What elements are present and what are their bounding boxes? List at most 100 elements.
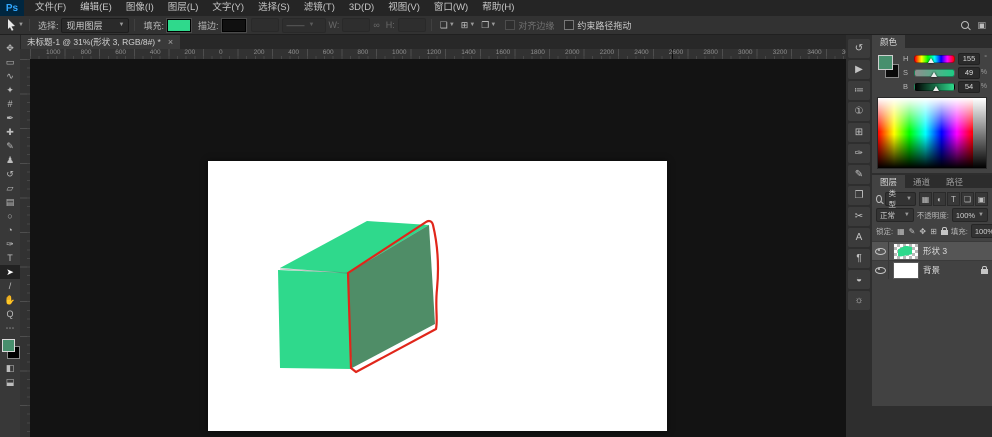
- spectrum-field[interactable]: [878, 98, 973, 168]
- brightness-value[interactable]: 54: [958, 81, 980, 93]
- menu-item-7[interactable]: 3D(D): [342, 0, 381, 16]
- layer-row-0[interactable]: 形状 3: [872, 241, 992, 260]
- screen-mode-button[interactable]: ⬓: [0, 375, 20, 389]
- lock-transparency-icon[interactable]: ▦: [897, 227, 905, 236]
- stroke-swatch[interactable]: [222, 19, 246, 32]
- hand-tool[interactable]: ✋: [0, 293, 20, 307]
- brightness-slider-thumb[interactable]: [933, 86, 939, 91]
- magic-wand-tool[interactable]: ✦: [0, 83, 20, 97]
- menu-item-6[interactable]: 滤镜(T): [297, 0, 342, 16]
- blur-tool[interactable]: ○: [0, 209, 20, 223]
- edit-toolbar-button[interactable]: ⋯: [0, 321, 20, 335]
- glyphs-icon[interactable]: ⊞: [848, 123, 870, 142]
- history-brush-tool[interactable]: ↺: [0, 167, 20, 181]
- tab-color[interactable]: 颜色: [872, 35, 905, 48]
- close-icon[interactable]: ×: [168, 37, 173, 47]
- tab-channels[interactable]: 通道: [905, 175, 938, 188]
- workspace-switcher-icon[interactable]: ▣: [977, 20, 986, 31]
- hue-slider-thumb[interactable]: [928, 58, 934, 63]
- filter-search-icon[interactable]: [876, 195, 882, 203]
- menu-item-8[interactable]: 视图(V): [381, 0, 427, 16]
- menu-item-4[interactable]: 文字(Y): [205, 0, 251, 16]
- lock-all-icon[interactable]: [941, 230, 948, 235]
- marquee-tool[interactable]: ▭: [0, 55, 20, 69]
- brush-tool[interactable]: ✎: [0, 139, 20, 153]
- menu-item-0[interactable]: 文件(F): [28, 0, 73, 16]
- filter-pixel-icon[interactable]: ▦: [919, 192, 932, 206]
- actions-icon[interactable]: ▶: [848, 60, 870, 79]
- lasso-tool[interactable]: ∿: [0, 69, 20, 83]
- grayscale-ramp[interactable]: [973, 98, 986, 168]
- filter-type-dropdown[interactable]: 类型 ▼: [885, 192, 916, 206]
- saturation-slider-thumb[interactable]: [931, 72, 937, 77]
- foreground-swatch[interactable]: [2, 339, 15, 352]
- layer-fill-dropdown[interactable]: 100% ▼: [971, 224, 992, 238]
- menu-item-5[interactable]: 选择(S): [251, 0, 297, 16]
- filter-type-icon[interactable]: T: [947, 192, 960, 206]
- opacity-dropdown[interactable]: 100% ▼: [952, 208, 988, 222]
- tab-layers[interactable]: 图层: [872, 175, 905, 188]
- fill-swatch[interactable]: [167, 19, 191, 32]
- path-operations-button[interactable]: ❏▼: [440, 20, 455, 31]
- clone-source-icon[interactable]: ❐: [848, 186, 870, 205]
- lock-pixels-icon[interactable]: ✎: [909, 227, 916, 236]
- lock-artboard-icon[interactable]: ⊞: [930, 227, 937, 236]
- brushes-icon[interactable]: ✎: [848, 165, 870, 184]
- select-mode-dropdown[interactable]: 现用图层 ▼: [61, 18, 129, 33]
- brightness-slider[interactable]: [914, 83, 955, 91]
- pen-tool[interactable]: ✑: [0, 237, 20, 251]
- tool-presets-icon[interactable]: ✂: [848, 207, 870, 226]
- saturation-value[interactable]: 49: [958, 67, 980, 79]
- panel-foreground-swatch[interactable]: [878, 55, 893, 70]
- move-tool[interactable]: ✥: [0, 41, 20, 55]
- search-icon[interactable]: [961, 21, 969, 29]
- box-front-face[interactable]: [278, 270, 352, 369]
- lock-position-icon[interactable]: ✥: [919, 227, 926, 236]
- color-spectrum[interactable]: [877, 97, 987, 169]
- type-tool[interactable]: T: [0, 251, 20, 265]
- path-selection-tool[interactable]: ➤: [0, 265, 20, 279]
- adjustments-icon[interactable]: ☼: [848, 291, 870, 310]
- character-icon[interactable]: A: [848, 228, 870, 247]
- properties-icon[interactable]: ≔: [848, 81, 870, 100]
- menu-item-2[interactable]: 图像(I): [119, 0, 161, 16]
- filter-smart-object-icon[interactable]: ▣: [975, 192, 988, 206]
- layer-thumbnail[interactable]: [893, 262, 919, 279]
- dodge-tool[interactable]: ◔: [0, 223, 20, 237]
- tab-paths[interactable]: 路径: [938, 175, 971, 188]
- hue-slider[interactable]: [914, 55, 955, 63]
- shape-tool[interactable]: /: [0, 279, 20, 293]
- hue-value[interactable]: 155: [958, 53, 980, 65]
- paragraph-icon[interactable]: ¶: [848, 249, 870, 268]
- filter-adjustment-icon[interactable]: ◐: [933, 192, 946, 206]
- gradient-tool[interactable]: ▤: [0, 195, 20, 209]
- path-arrangement-button[interactable]: ❐▼: [481, 20, 496, 31]
- path-alignment-button[interactable]: ⊞▼: [461, 20, 476, 31]
- history-icon[interactable]: ↺: [848, 39, 870, 58]
- zoom-tool[interactable]: Q: [0, 307, 20, 321]
- tool-preset-picker[interactable]: ▼: [6, 19, 24, 31]
- filter-shape-icon[interactable]: ❏: [961, 192, 974, 206]
- healing-brush-tool[interactable]: ✚: [0, 125, 20, 139]
- layer-row-1[interactable]: 背景: [872, 260, 992, 279]
- layer-visibility-toggle[interactable]: [872, 242, 889, 260]
- libraries-icon[interactable]: ◒: [848, 270, 870, 289]
- quick-mask-button[interactable]: ◧: [0, 361, 20, 375]
- eyedropper-tool[interactable]: ✒: [0, 111, 20, 125]
- blend-mode-dropdown[interactable]: 正常 ▼: [876, 208, 914, 222]
- layer-name[interactable]: 背景: [923, 264, 977, 276]
- clone-stamp-tool[interactable]: ♟: [0, 153, 20, 167]
- brush-settings-icon[interactable]: ✑: [848, 144, 870, 163]
- menu-item-3[interactable]: 图层(L): [161, 0, 206, 16]
- layer-visibility-toggle[interactable]: [872, 261, 889, 279]
- layer-thumbnail[interactable]: [893, 243, 919, 260]
- constrain-path-drag-checkbox[interactable]: [564, 20, 574, 30]
- document-tab[interactable]: 未标题-1 @ 31%(形状 3, RGB/8#) * ×: [20, 35, 180, 49]
- crop-tool[interactable]: #: [0, 97, 20, 111]
- eraser-tool[interactable]: ▱: [0, 181, 20, 195]
- menu-item-10[interactable]: 帮助(H): [475, 0, 521, 16]
- menu-item-1[interactable]: 编辑(E): [73, 0, 119, 16]
- menu-item-9[interactable]: 窗口(W): [427, 0, 475, 16]
- info-icon[interactable]: ①: [848, 102, 870, 121]
- layer-name[interactable]: 形状 3: [923, 245, 988, 257]
